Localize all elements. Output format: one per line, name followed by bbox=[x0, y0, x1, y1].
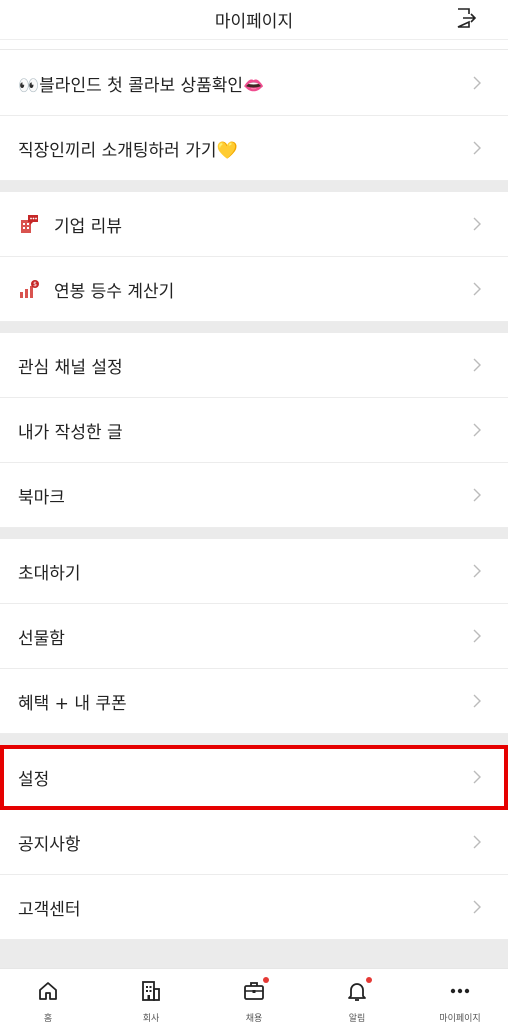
menu-item-my-posts[interactable]: 내가 작성한 글 bbox=[0, 398, 508, 463]
chevron-right-icon bbox=[473, 217, 481, 231]
menu-list: 👀블라인드 첫 콜라보 상품확인👄 직장인끼리 소개팅하러 가기💛 기업 리뷰 bbox=[0, 51, 508, 970]
header-divider bbox=[0, 40, 508, 50]
menu-item-label: 내가 작성한 글 bbox=[18, 422, 123, 443]
page-title: 마이페이지 bbox=[214, 12, 294, 32]
salary-rank-icon: $ bbox=[18, 278, 40, 300]
notification-dot bbox=[263, 977, 269, 983]
section-gap bbox=[0, 181, 508, 192]
briefcase-icon bbox=[244, 982, 264, 1000]
menu-item-bookmarks[interactable]: 북마크 bbox=[0, 463, 508, 528]
tab-label: 알림 bbox=[348, 1014, 366, 1024]
top-bar: 마이페이지 bbox=[0, 0, 508, 40]
chevron-right-icon bbox=[473, 900, 481, 914]
menu-item-label: 연봉 등수 계산기 bbox=[54, 281, 175, 302]
menu-item-label: 초대하기 bbox=[18, 563, 81, 584]
tab-my-page[interactable]: 마이페이지 bbox=[424, 969, 496, 1024]
menu-item-notices[interactable]: 공지사항 bbox=[0, 810, 508, 875]
tab-label: 홈 bbox=[43, 1014, 53, 1024]
menu-item-label: 북마크 bbox=[18, 487, 65, 508]
menu-item-label: 직장인끼리 소개팅하러 가기💛 bbox=[18, 140, 238, 161]
company-review-icon bbox=[18, 213, 40, 235]
chevron-right-icon bbox=[473, 141, 481, 155]
chevron-right-icon bbox=[473, 835, 481, 849]
menu-item-label: 설정 bbox=[18, 769, 50, 790]
bell-icon bbox=[348, 983, 366, 1001]
menu-item-interest-channels[interactable]: 관심 채널 설정 bbox=[0, 333, 508, 398]
tab-label: 채용 bbox=[245, 1014, 263, 1024]
section-gap bbox=[0, 528, 508, 539]
menu-item-salary-rank[interactable]: $ 연봉 등수 계산기 bbox=[0, 257, 508, 322]
section-gap bbox=[0, 940, 508, 970]
menu-item-label: 고객센터 bbox=[18, 899, 81, 920]
bottom-tab-bar: 홈 회사 채용 알림 마이페이지 bbox=[0, 968, 508, 1024]
tab-label: 회사 bbox=[142, 1014, 160, 1024]
chevron-right-icon bbox=[473, 770, 481, 784]
chevron-right-icon bbox=[473, 76, 481, 90]
home-icon bbox=[39, 982, 57, 1000]
section-gap bbox=[0, 734, 508, 745]
svg-text:$: $ bbox=[33, 281, 37, 288]
chevron-right-icon bbox=[473, 423, 481, 437]
menu-item-gift-box[interactable]: 선물함 bbox=[0, 604, 508, 669]
logout-icon[interactable] bbox=[454, 6, 478, 30]
menu-item-label: 👀블라인드 첫 콜라보 상품확인👄 bbox=[18, 75, 265, 96]
building-icon bbox=[142, 981, 160, 1001]
menu-item-benefits-coupons[interactable]: 혜택 + 내 쿠폰 bbox=[0, 669, 508, 734]
menu-item-label: 관심 채널 설정 bbox=[18, 357, 123, 378]
menu-item-label: 기업 리뷰 bbox=[54, 216, 122, 237]
menu-item-label: 혜택 + 내 쿠폰 bbox=[18, 693, 127, 714]
menu-item-settings[interactable]: 설정 bbox=[0, 745, 508, 810]
chevron-right-icon bbox=[473, 282, 481, 296]
tab-company[interactable]: 회사 bbox=[115, 969, 187, 1024]
menu-item-collab[interactable]: 👀블라인드 첫 콜라보 상품확인👄 bbox=[0, 51, 508, 116]
more-icon bbox=[450, 988, 470, 994]
menu-item-label: 선물함 bbox=[18, 628, 65, 649]
menu-item-invite[interactable]: 초대하기 bbox=[0, 539, 508, 604]
menu-item-blind-date[interactable]: 직장인끼리 소개팅하러 가기💛 bbox=[0, 116, 508, 181]
menu-item-company-review[interactable]: 기업 리뷰 bbox=[0, 192, 508, 257]
tab-notifications[interactable]: 알림 bbox=[321, 969, 393, 1024]
section-gap bbox=[0, 322, 508, 333]
menu-item-customer-center[interactable]: 고객센터 bbox=[0, 875, 508, 940]
tab-jobs[interactable]: 채용 bbox=[218, 969, 290, 1024]
chevron-right-icon bbox=[473, 694, 481, 708]
tab-label: 마이페이지 bbox=[439, 1014, 481, 1024]
notification-dot bbox=[366, 977, 372, 983]
chevron-right-icon bbox=[473, 564, 481, 578]
chevron-right-icon bbox=[473, 488, 481, 502]
menu-item-label: 공지사항 bbox=[18, 834, 81, 855]
chevron-right-icon bbox=[473, 358, 481, 372]
tab-home[interactable]: 홈 bbox=[12, 969, 84, 1024]
chevron-right-icon bbox=[473, 629, 481, 643]
